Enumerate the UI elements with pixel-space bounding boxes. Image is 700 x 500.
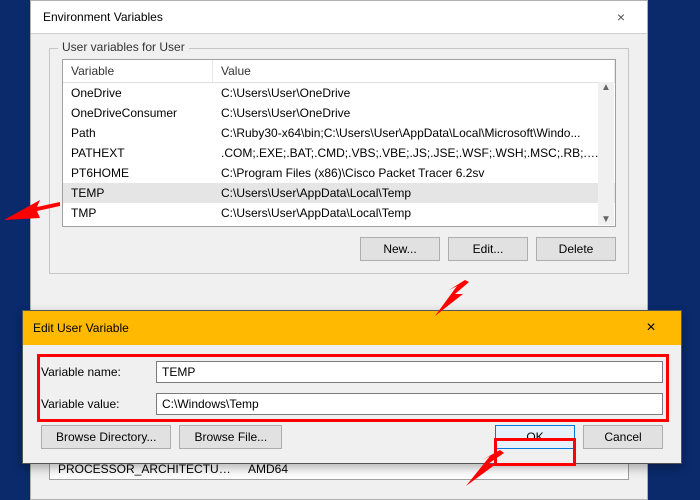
cancel-button[interactable]: Cancel [583, 425, 663, 449]
col-value[interactable]: Value [213, 60, 615, 82]
list-header[interactable]: Variable Value [63, 60, 615, 83]
table-row[interactable]: PATHEXT.COM;.EXE;.BAT;.CMD;.VBS;.VBE;.JS… [63, 143, 615, 163]
cell-variable: OneDrive [63, 84, 213, 102]
user-variables-group-label: User variables for User [58, 40, 189, 54]
parent-titlebar[interactable]: Environment Variables × [31, 1, 647, 34]
col-variable[interactable]: Variable [63, 60, 213, 82]
browse-directory-button[interactable]: Browse Directory... [41, 425, 171, 449]
cell-value: C:\Users\User\AppData\Local\Temp [213, 204, 615, 222]
parent-title: Environment Variables [43, 10, 163, 24]
scrollbar[interactable]: ▲▼ [598, 82, 614, 225]
new-button[interactable]: New... [360, 237, 440, 261]
cell-value: C:\Users\User\OneDrive [213, 84, 615, 102]
table-row[interactable]: OneDriveC:\Users\User\OneDrive [63, 83, 615, 103]
ok-button[interactable]: OK [495, 425, 575, 449]
variable-value-label: Variable value: [41, 397, 156, 411]
cell-variable: PATHEXT [63, 144, 213, 162]
close-icon[interactable]: × [631, 317, 671, 339]
table-row[interactable]: PathC:\Ruby30-x64\bin;C:\Users\User\AppD… [63, 123, 615, 143]
cell-variable: TEMP [63, 184, 213, 202]
table-row[interactable]: PT6HOMEC:\Program Files (x86)\Cisco Pack… [63, 163, 615, 183]
user-variables-group: User variables for User Variable Value O… [49, 48, 629, 274]
cell-value: C:\Users\User\AppData\Local\Temp [213, 184, 615, 202]
table-row[interactable]: TMPC:\Users\User\AppData\Local\Temp [63, 203, 615, 223]
cell-variable: TMP [63, 204, 213, 222]
edit-button[interactable]: Edit... [448, 237, 528, 261]
child-titlebar[interactable]: Edit User Variable × [23, 311, 681, 345]
table-row[interactable]: TEMPC:\Users\User\AppData\Local\Temp [63, 183, 615, 203]
child-title: Edit User Variable [33, 321, 129, 335]
delete-button[interactable]: Delete [536, 237, 616, 261]
variable-value-input[interactable] [156, 393, 663, 415]
cell-variable: Path [63, 124, 213, 142]
browse-file-button[interactable]: Browse File... [179, 425, 282, 449]
cell-variable: PT6HOME [63, 164, 213, 182]
cell-value: .COM;.EXE;.BAT;.CMD;.VBS;.VBE;.JS;.JSE;.… [213, 144, 615, 162]
cell-value: C:\Program Files (x86)\Cisco Packet Trac… [213, 164, 615, 182]
table-row[interactable]: OneDriveConsumerC:\Users\User\OneDrive [63, 103, 615, 123]
cell-value: C:\Ruby30-x64\bin;C:\Users\User\AppData\… [213, 124, 615, 142]
variable-name-label: Variable name: [41, 365, 156, 379]
cell-value: C:\Users\User\OneDrive [213, 104, 615, 122]
edit-user-variable-dialog: Edit User Variable × Variable name: Vari… [22, 310, 682, 464]
cell-variable: OneDriveConsumer [63, 104, 213, 122]
variable-name-input[interactable] [156, 361, 663, 383]
close-icon[interactable]: × [607, 7, 635, 27]
user-variables-list[interactable]: Variable Value OneDriveC:\Users\User\One… [62, 59, 616, 227]
